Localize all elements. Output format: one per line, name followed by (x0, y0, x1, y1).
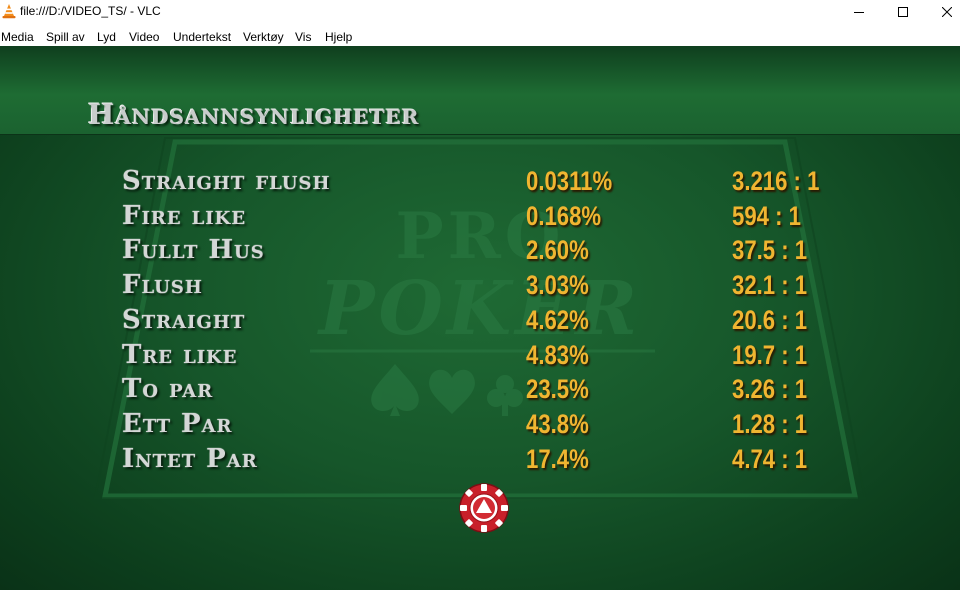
menu-audio[interactable]: Lyd (97, 30, 116, 44)
close-button[interactable] (925, 0, 960, 24)
hand-odds: 32.1 : 1 (732, 270, 808, 300)
menu-view[interactable]: Vis (295, 30, 311, 44)
hand-odds: 594 : 1 (732, 201, 801, 231)
hand-row: Tre like 4.83% 19.7 : 1 (0, 340, 960, 374)
hand-row: Straight flush 0.0311% 3.216 : 1 (0, 166, 960, 200)
hand-odds: 20.6 : 1 (732, 305, 808, 335)
minimize-icon (854, 12, 864, 13)
hand-probability: 17.4% (526, 444, 589, 474)
poker-chip-up-arrow-icon[interactable] (458, 482, 510, 534)
hand-odds: 1.28 : 1 (732, 409, 808, 439)
hand-name: Fire like (122, 201, 247, 231)
hand-odds: 19.7 : 1 (732, 340, 808, 370)
vlc-cone-icon (2, 4, 16, 19)
hand-row: Fire like 0.168% 594 : 1 (0, 201, 960, 235)
hand-name: Straight (122, 305, 246, 335)
menu-playback[interactable]: Spill av (46, 30, 85, 44)
hand-probability: 2.60% (526, 235, 589, 265)
hand-probability: 0.168% (526, 201, 602, 231)
window-title: file:///D:/VIDEO_TS/ - VLC (20, 4, 161, 18)
hand-probabilities-heading: Håndsannsynligheter (88, 98, 420, 131)
hand-name: Tre like (122, 340, 238, 370)
hand-row: Ett Par 43.8% 1.28 : 1 (0, 409, 960, 443)
hand-odds: 4.74 : 1 (732, 444, 808, 474)
hand-name: Straight flush (122, 166, 331, 196)
menu-subtitle[interactable]: Undertekst (173, 30, 231, 44)
close-icon (942, 7, 952, 17)
hand-name: Ett Par (122, 409, 233, 439)
hand-row: To par 23.5% 3.26 : 1 (0, 374, 960, 408)
hand-row: Flush 3.03% 32.1 : 1 (0, 270, 960, 304)
hand-odds: 37.5 : 1 (732, 235, 808, 265)
hand-row: Intet Par 17.4% 4.74 : 1 (0, 444, 960, 478)
hand-probability: 0.0311% (526, 166, 613, 196)
hand-name: To par (122, 374, 214, 404)
menu-help[interactable]: Hjelp (325, 30, 352, 44)
hand-odds: 3.216 : 1 (732, 166, 820, 196)
hand-probability: 43.8% (526, 409, 589, 439)
hand-name: Fullt Hus (122, 235, 265, 265)
menu-media[interactable]: Media (1, 30, 34, 44)
minimize-button[interactable] (837, 0, 881, 24)
menu-bar: Media Spill av Lyd Video Undertekst Verk… (0, 26, 960, 46)
hand-probability: 23.5% (526, 374, 589, 404)
hand-name: Intet Par (122, 444, 258, 474)
menu-tools[interactable]: Verktøy (243, 30, 284, 44)
hand-row: Straight 4.62% 20.6 : 1 (0, 305, 960, 339)
hand-probability: 4.83% (526, 340, 589, 370)
hand-probability: 4.62% (526, 305, 589, 335)
hand-probability: 3.03% (526, 270, 589, 300)
maximize-icon (898, 7, 908, 17)
menu-video[interactable]: Video (129, 30, 159, 44)
hand-name: Flush (122, 270, 203, 300)
maximize-button[interactable] (881, 0, 925, 24)
video-area[interactable]: PRO POKER Håndsannsynligheter Straight f… (0, 46, 960, 590)
hand-odds: 3.26 : 1 (732, 374, 808, 404)
hand-row: Fullt Hus 2.60% 37.5 : 1 (0, 235, 960, 269)
title-bar: file:///D:/VIDEO_TS/ - VLC (0, 0, 960, 24)
